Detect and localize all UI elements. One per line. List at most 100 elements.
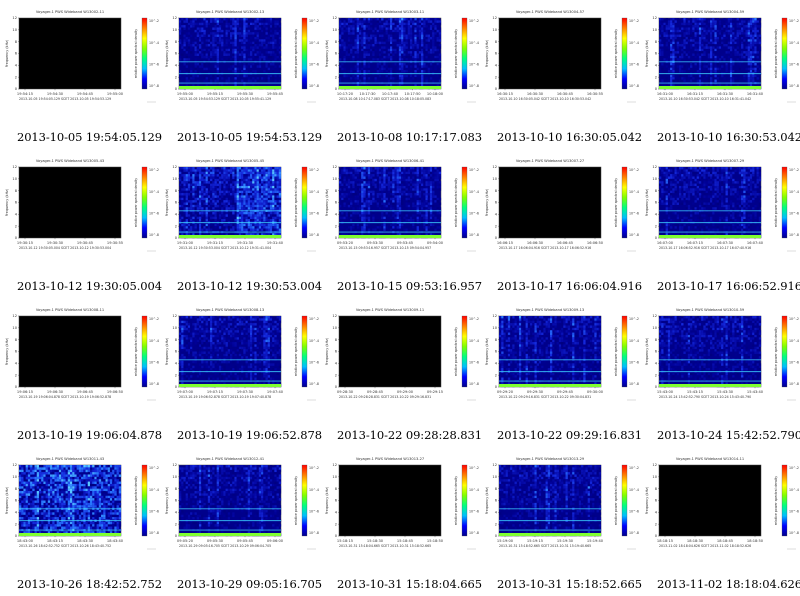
y-tick-label: 4 [655, 64, 658, 68]
empty-plot-area [658, 464, 762, 537]
y-axis-label: Frequency (kHz) [485, 486, 489, 514]
spectrogram-figure: Voyager-1 PWS Wideband W13003-11 0 2 4 6 8 10 1… [325, 10, 479, 103]
x-tick-label: 15:43:30 [717, 390, 734, 394]
x-tick-label: 18:18:45 [717, 539, 733, 543]
x-tick-label: 18:43:40 [107, 539, 124, 543]
y-tick-label: 12 [652, 165, 657, 169]
colorbar [461, 166, 468, 239]
y-tick-label: 2 [335, 224, 337, 228]
colorbar-tick-label: 10^-6 [149, 510, 159, 514]
spectrogram-figure: Voyager-1 PWS Wideband W13009-11 0 2 4 6 8 10 1… [325, 308, 479, 401]
time-range-label: 2013-10-08 10:17:17.083 SCET 2013-10-08 … [339, 97, 431, 101]
x-tick-label: 19:06:15 [17, 390, 33, 394]
x-tick-label: 19:07:30 [237, 390, 254, 394]
y-axis-label: Frequency (kHz) [165, 337, 169, 365]
x-tick-label: 19:31:30 [237, 241, 254, 245]
colorbar-tick-label: 10^-8 [629, 84, 639, 88]
colorbar [141, 17, 148, 90]
y-tick-label: 2 [335, 373, 337, 377]
y-tick-label: 8 [175, 338, 178, 342]
y-tick-label: 12 [652, 314, 657, 318]
y-tick-label: 0 [655, 236, 658, 240]
plot-title: Voyager-1 PWS Wideband W13004-57 [516, 10, 584, 14]
time-range-label: 2013-10-31 15:18:52.665 SCET 2013-10-31 … [499, 544, 591, 548]
plot-title: Voyager-1 PWS Wideband W13002-13 [196, 10, 264, 14]
colorbar-label: relative power spectral density [134, 476, 138, 526]
y-tick-label: 10 [12, 177, 17, 181]
x-tick-label: 15:19:00 [497, 539, 514, 543]
spectrogram-caption: 2013-10-19 19:06:04.878 [17, 428, 162, 442]
spectrogram-panel: Voyager-1 PWS Wideband W13005-45 0 2 4 6 8 10 1… [160, 149, 322, 298]
y-axis-label: Frequency (kHz) [485, 337, 489, 365]
plot-title: Voyager-1 PWS Wideband W13002-11 [36, 10, 104, 14]
spectrogram-caption: 2013-10-22 09:29:16.831 [497, 428, 642, 442]
colorbar-tick-label: 10^-8 [469, 531, 479, 535]
y-tick-label: 0 [175, 385, 178, 389]
y-tick-label: 12 [332, 314, 337, 318]
colorbar-tick-label: 10^-8 [309, 233, 319, 237]
plot-title: Voyager-1 PWS Wideband W13006-41 [356, 159, 424, 163]
y-tick-label: 12 [332, 463, 337, 467]
x-tick-label: 09:06:00 [267, 539, 284, 543]
y-tick-label: 6 [15, 350, 18, 354]
spectrogram-panel: Voyager-1 PWS Wideband W13009-13 0 2 4 6 8 10 1… [480, 298, 642, 447]
plot-title: Voyager-1 PWS Wideband W13011-43 [36, 457, 104, 461]
x-tick-label: 16:07:30 [717, 241, 734, 245]
y-tick-label: 6 [495, 350, 498, 354]
colorbar-tick-label: 10^-8 [789, 84, 799, 88]
colorbar-tick-label: 10^-6 [149, 63, 159, 67]
y-tick-label: 4 [175, 362, 178, 366]
y-tick-label: 0 [175, 87, 178, 91]
low-frequency-floor [339, 86, 441, 89]
y-tick-label: 12 [652, 16, 657, 20]
plot-title: Voyager-1 PWS Wideband W13009-13 [516, 308, 584, 312]
y-axis-label: Frequency (kHz) [325, 337, 329, 365]
plot-title: Voyager-1 PWS Wideband W13005-43 [36, 159, 104, 163]
colorbar [781, 464, 788, 537]
y-tick-label: 10 [332, 475, 337, 479]
x-tick-label: 16:07:00 [657, 241, 674, 245]
y-tick-label: 4 [655, 511, 658, 515]
x-tick-label: 19:06:30 [47, 390, 64, 394]
plot-title: Voyager-1 PWS Wideband W13013-27 [356, 457, 424, 461]
y-tick-label: 0 [15, 87, 18, 91]
x-tick-label: 15:19:15 [527, 539, 543, 543]
y-tick-label: 4 [175, 64, 178, 68]
y-tick-label: 8 [335, 487, 338, 491]
y-tick-label: 2 [655, 224, 657, 228]
y-tick-label: 8 [495, 487, 498, 491]
time-range-label: 2013-10-10 16:30:53.042 SCET 2013-10-10 … [659, 97, 751, 101]
colorbar-tick-label: 10^-2 [789, 317, 799, 321]
y-tick-label: 2 [15, 522, 17, 526]
low-frequency-floor [499, 533, 601, 536]
x-tick-label: 19:55:00 [177, 92, 194, 96]
spectrogram-panel: Voyager-1 PWS Wideband W13009-11 0 2 4 6 8 10 1… [320, 298, 482, 447]
spectrogram-figure: Voyager-1 PWS Wideband W13008-11 0 2 4 6 8 10 1… [5, 308, 159, 401]
time-range-label: 2013-10-15 09:53:16.957 SCET 2013-10-15 … [339, 246, 431, 250]
colorbar [141, 464, 148, 537]
time-range-label: 2013-10-22 09:28:28.831 SCET 2013-10-22 … [339, 395, 431, 399]
y-tick-label: 6 [15, 201, 18, 205]
y-axis-label: Frequency (kHz) [5, 188, 9, 216]
y-tick-label: 10 [652, 475, 657, 479]
colorbar-tick-label: 10^-8 [629, 531, 639, 535]
spectrogram-caption: 2013-10-26 18:42:52.752 [17, 577, 162, 591]
colorbar-label: relative power spectral density [454, 476, 458, 526]
colorbar-tick-label: 10^-4 [309, 488, 319, 492]
x-tick-label: 10:17:50 [404, 92, 421, 96]
y-tick-label: 10 [332, 28, 337, 32]
spectrogram-panel: Voyager-1 PWS Wideband W13008-13 0 2 4 6 8 10 1… [160, 298, 322, 447]
colorbar [301, 464, 308, 537]
spectrogram-caption: 2013-10-12 19:30:05.004 [17, 279, 162, 293]
y-tick-label: 8 [175, 487, 178, 491]
colorbar-label: relative power spectral density [614, 476, 618, 526]
spectrogram-figure: Voyager-1 PWS Wideband W13013-29 0 2 4 6 8 10 1… [485, 457, 639, 550]
x-tick-label: 16:31:15 [687, 92, 703, 96]
empty-plot-area [338, 464, 442, 537]
spectrogram-figure: Voyager-1 PWS Wideband W13004-59 0 2 4 6 8 10 1… [645, 10, 799, 103]
y-tick-label: 0 [175, 236, 178, 240]
colorbar [461, 315, 468, 388]
y-tick-label: 12 [652, 463, 657, 467]
colorbar-tick-label: 10^-8 [469, 84, 479, 88]
x-tick-label: 16:06:50 [587, 241, 604, 245]
